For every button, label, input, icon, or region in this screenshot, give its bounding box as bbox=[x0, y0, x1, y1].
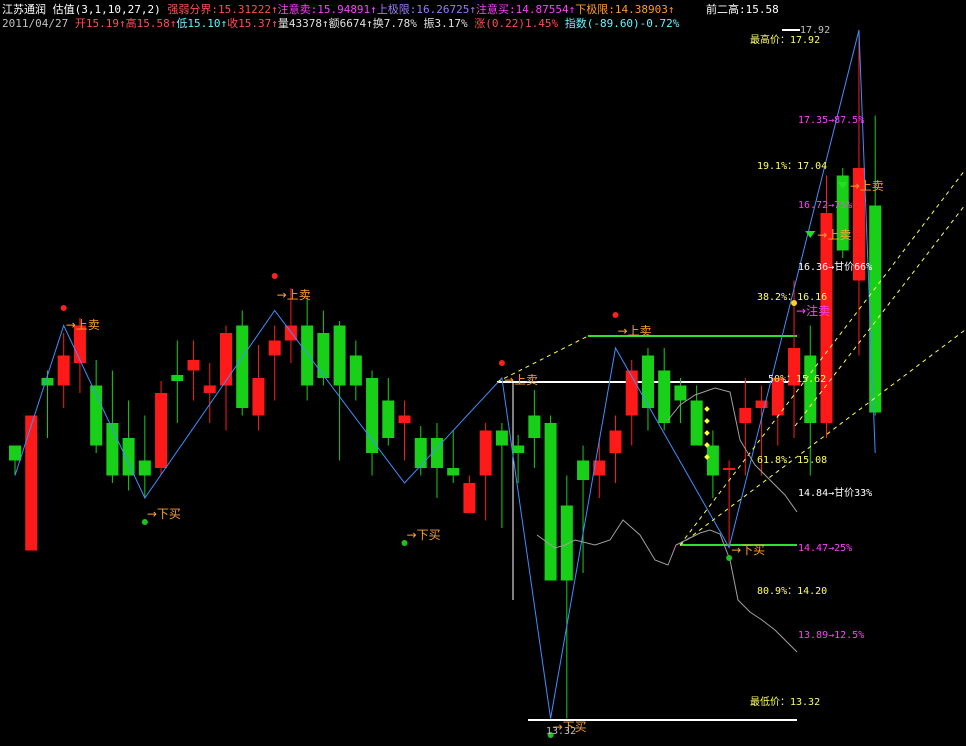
price-label-8: 61.8%：15.08 bbox=[757, 455, 827, 466]
sell-signal-label-2: →上卖 bbox=[504, 373, 538, 387]
candle-body-28 bbox=[463, 483, 476, 513]
price-label-11: 80.9%：14.20 bbox=[757, 586, 827, 597]
candle-body-11 bbox=[187, 360, 200, 371]
candle-body-34 bbox=[560, 505, 573, 581]
buy-signal-label-10: →下买 bbox=[731, 543, 765, 557]
quote-value-2: 高15.58↑ bbox=[125, 17, 177, 30]
candle-body-35 bbox=[577, 460, 590, 480]
candle-body-12 bbox=[203, 385, 216, 393]
price-label-14: 13.32 bbox=[546, 726, 576, 737]
price-label-5: 16.36→甘价66% bbox=[798, 260, 872, 273]
candle-body-19 bbox=[317, 333, 330, 378]
sell-signal-label-1: →上卖 bbox=[277, 288, 311, 302]
price-label-6: 38.2%：16.16 bbox=[757, 292, 827, 303]
price-label-10: 14.47→25% bbox=[798, 543, 852, 554]
candle-body-31 bbox=[512, 445, 525, 453]
price-label-12: 13.89→12.5% bbox=[798, 630, 864, 641]
candle-body-1 bbox=[25, 415, 38, 551]
candle-body-45 bbox=[739, 408, 752, 423]
candle-body-27 bbox=[447, 468, 460, 476]
price-label-1: 最高价：17.92 bbox=[750, 33, 820, 46]
candle-body-41 bbox=[674, 385, 687, 401]
candle-body-10 bbox=[171, 375, 184, 381]
candle-body-0 bbox=[9, 445, 21, 461]
candle-body-8 bbox=[138, 460, 151, 476]
candle-body-33 bbox=[544, 423, 557, 581]
quote-value-3: 低15.10↑ bbox=[176, 17, 228, 30]
price-label-2: 17.35→87.5% bbox=[798, 115, 864, 126]
candle-body-37 bbox=[609, 430, 622, 453]
quote-value-9: 涨(0.22)1.45% bbox=[467, 17, 559, 30]
candle-body-21 bbox=[349, 355, 362, 386]
sell-signal-label-6: →上卖 bbox=[850, 179, 884, 193]
candle-body-18 bbox=[301, 325, 314, 386]
candle-body-23 bbox=[382, 400, 395, 438]
candle-body-50 bbox=[820, 213, 833, 423]
quote-value-7: 换7.78% bbox=[372, 17, 417, 30]
candle-body-24 bbox=[398, 415, 411, 423]
buy-signal-label-7: →下买 bbox=[147, 507, 181, 521]
ohlc-header: 2011/04/27 开15.19↑高15.58↑低15.10↑收15.37↑量… bbox=[2, 15, 679, 31]
candle-body-40 bbox=[658, 370, 671, 423]
quote-value-0: 2011/04/27 bbox=[2, 17, 69, 30]
price-label-13: 最低价：13.32 bbox=[750, 695, 820, 708]
sell-dot-icon-2 bbox=[498, 360, 505, 366]
candle-body-30 bbox=[495, 430, 508, 446]
sell-dot-icon-1 bbox=[271, 273, 278, 279]
price-label-7: 50%：15.62 bbox=[768, 374, 826, 385]
zigzag-line bbox=[14, 29, 876, 719]
signal-dot-1 bbox=[704, 418, 710, 424]
candle-body-42 bbox=[690, 400, 703, 446]
candle-body-29 bbox=[479, 430, 492, 476]
buy-signal-label-8: →下买 bbox=[407, 528, 441, 542]
quote-value-5: 量43378↑ bbox=[277, 17, 329, 30]
price-label-3: 19.1%：17.04 bbox=[757, 161, 827, 172]
quote-value-1: 开15.19↑ bbox=[68, 17, 126, 30]
price-label-9: 14.84→甘价33% bbox=[798, 486, 872, 499]
candle-body-43 bbox=[706, 445, 719, 476]
candle-body-20 bbox=[333, 325, 346, 386]
sell-signal-label-5: →上卖 bbox=[817, 228, 851, 242]
candle-body-9 bbox=[155, 393, 168, 468]
candle-body-15 bbox=[252, 378, 265, 416]
candle-body-53 bbox=[869, 205, 882, 413]
candle-body-22 bbox=[366, 378, 379, 453]
signal-dot-0 bbox=[704, 406, 710, 412]
candle-body-25 bbox=[414, 438, 427, 468]
sell-signal-label-0: →上卖 bbox=[66, 318, 100, 332]
candle-body-3 bbox=[57, 355, 70, 386]
quote-value-8: 振3.17% bbox=[416, 17, 468, 30]
quote-value-4: 收15.37↑ bbox=[227, 17, 278, 30]
prev-high-label: 前二高:15.58 bbox=[706, 3, 779, 16]
candle-body-49 bbox=[804, 355, 817, 423]
candle-body-7 bbox=[122, 438, 135, 476]
warn-signal-label-4: →注卖 bbox=[796, 303, 830, 318]
sell-dot-icon-0 bbox=[60, 305, 67, 311]
quote-value-6: 额6674↑ bbox=[328, 17, 373, 30]
candle-body-2 bbox=[41, 378, 54, 386]
price-label-4: 16.72→75% bbox=[798, 200, 852, 211]
candle-body-39 bbox=[641, 355, 654, 408]
candle-body-32 bbox=[528, 415, 541, 438]
candle-body-16 bbox=[268, 340, 281, 356]
candle-body-14 bbox=[236, 325, 249, 408]
candlestick-chart: →上卖→上卖→上卖→上卖→注卖→上卖→上卖→下买→下买→下买→下买 17.92最… bbox=[9, 25, 966, 738]
candle-body-6 bbox=[106, 423, 119, 476]
candle-body-44 bbox=[723, 468, 736, 470]
sell-dot-icon-3 bbox=[612, 312, 619, 318]
quote-value-10: 指数(-89.60)-0.72% bbox=[558, 17, 680, 30]
sell-signal-label-3: →上卖 bbox=[618, 324, 652, 338]
candle-body-13 bbox=[219, 333, 232, 386]
signal-dot-2 bbox=[704, 430, 710, 436]
